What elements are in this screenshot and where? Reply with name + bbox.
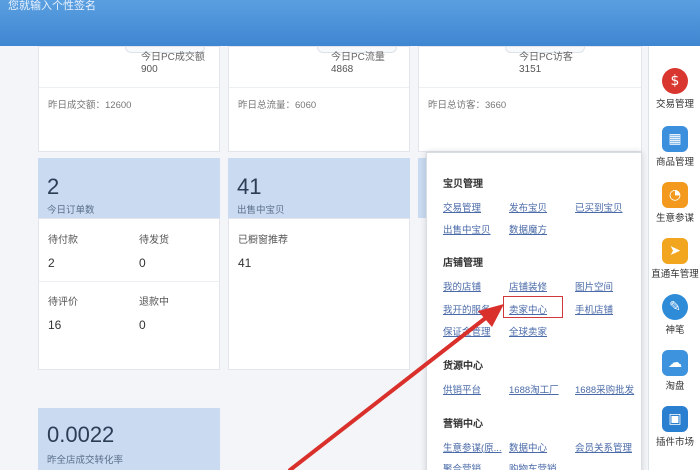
rail-label: 直通车管理 [651, 269, 699, 280]
rail-label: 神笔 [665, 325, 685, 336]
car-icon: ➤ [662, 238, 688, 264]
money-icon: $ [662, 68, 688, 94]
plugin-icon: ▣ [662, 406, 688, 432]
right-tool-rail: $ 交易管理 ▦ 商品管理 ◔ 生意参谋 ➤ 直通车管理 ✎ 神笔 ☁ 淘盘 ▣… [648, 46, 700, 470]
advisor-icon: ◔ [662, 182, 688, 208]
rail-label: 商品管理 [655, 157, 694, 168]
rail-label: 淘盘 [665, 381, 685, 392]
rail-item-cloud[interactable]: ☁ 淘盘 [649, 350, 700, 392]
rail-item-advisor[interactable]: ◔ 生意参谋 [649, 182, 700, 224]
rail-item-car[interactable]: ➤ 直通车管理 [649, 238, 700, 280]
rail-item-plugin[interactable]: ▣ 插件市场 [649, 406, 700, 448]
rail-label: 交易管理 [655, 99, 694, 110]
cloud-icon: ☁ [662, 350, 688, 376]
rail-label: 插件市场 [655, 437, 694, 448]
rail-label: 生意参谋 [655, 213, 694, 224]
annotation-arrow [288, 304, 504, 470]
rail-item-pen[interactable]: ✎ 神笔 [649, 294, 700, 336]
pen-icon: ✎ [662, 294, 688, 320]
rail-item-trade[interactable]: $ 交易管理 [649, 68, 700, 110]
goods-icon: ▦ [662, 126, 688, 152]
rail-item-goods[interactable]: ▦ 商品管理 [649, 126, 700, 168]
